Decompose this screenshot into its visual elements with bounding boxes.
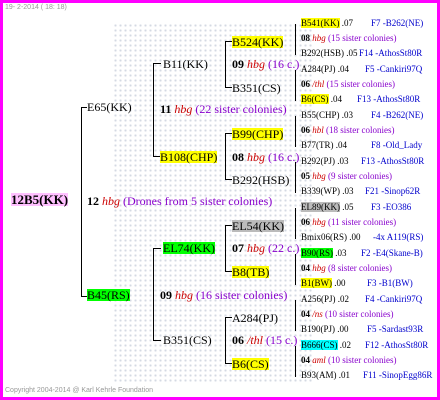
parent-e65[interactable]: E65(KK) bbox=[87, 101, 132, 113]
ggp-b292[interactable]: B292(HSB) bbox=[232, 174, 289, 186]
ggp-b351[interactable]: B351(CS) bbox=[232, 82, 281, 94]
parent-b45[interactable]: B45(RS) bbox=[87, 289, 130, 301]
gp-b108-line: 08 hbg (16 c.) bbox=[232, 150, 300, 164]
ggp-b99[interactable]: B99(CHP) bbox=[232, 128, 284, 140]
pedigree-chart: 19- 2-2014 ( 18: 18) Copyright 2004-2014… bbox=[0, 0, 440, 400]
ggp-b8[interactable]: B8(TB) bbox=[232, 266, 270, 278]
ggp-el54[interactable]: EL54(KK) bbox=[232, 220, 284, 232]
gp-b11[interactable]: B11(KK) bbox=[163, 58, 208, 70]
ggp-a284[interactable]: A284(PJ) bbox=[232, 312, 278, 324]
ggp-b6[interactable]: B6(CS) bbox=[232, 358, 269, 370]
root-line: 12 hbg (Drones from 5 sister colonies) bbox=[87, 194, 273, 208]
gp-b11-line: 09 hbg (16 c.) bbox=[232, 57, 300, 71]
parent-b45-line: 09 hbg (16 sister colonies) bbox=[160, 288, 288, 302]
gp-b351[interactable]: B351(CS) bbox=[163, 334, 212, 346]
gp-el74-line: 07 hbg (22 c.) bbox=[232, 241, 300, 255]
parent-e65-line: 11 hbg (22 sister colonies) bbox=[160, 102, 287, 116]
root-queen[interactable]: 12B5(KK) bbox=[11, 193, 69, 206]
gp-b351-line: 06 /thl (15 c.) bbox=[232, 333, 298, 347]
header-stamp: 19- 2-2014 ( 18: 18) bbox=[5, 4, 67, 11]
gp-el74[interactable]: EL74(KK) bbox=[163, 242, 215, 254]
gp-b108[interactable]: B108(CHP) bbox=[160, 151, 218, 163]
ggp-b524[interactable]: B524(KK) bbox=[232, 36, 284, 48]
footer-copyright: Copyright 2004-2014 @ Karl Kehrle Founda… bbox=[5, 387, 153, 394]
